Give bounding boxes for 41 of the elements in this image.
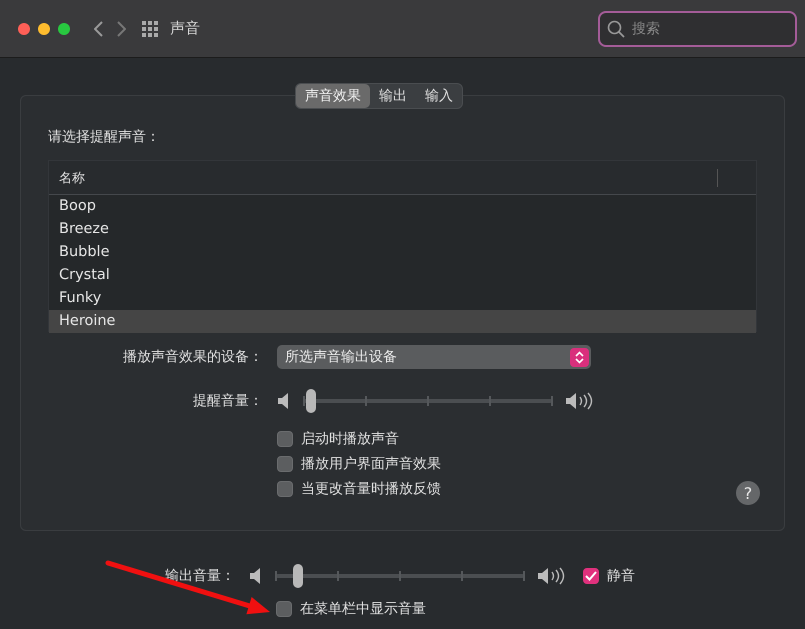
checkbox[interactable] — [277, 431, 293, 447]
slider-thumb[interactable] — [306, 389, 316, 413]
back-icon[interactable] — [94, 20, 103, 36]
checkbox-label: 静音 — [607, 567, 635, 585]
field-label: 提醒音量： — [193, 393, 263, 409]
zoom-button[interactable] — [58, 22, 70, 34]
checkbox[interactable] — [277, 456, 293, 472]
search-field[interactable]: 搜索 — [598, 10, 797, 46]
close-button[interactable] — [18, 22, 30, 34]
list-row[interactable]: Crystal — [49, 264, 756, 287]
checkbox[interactable] — [277, 481, 293, 497]
device-dropdown[interactable]: 所选声音输出设备 — [277, 345, 591, 369]
slider-thumb[interactable] — [293, 564, 304, 588]
tab[interactable]: 输出 — [370, 84, 416, 108]
search-icon — [607, 20, 625, 38]
field-label: 播放声音效果的设备： — [123, 349, 263, 365]
grid-icon[interactable] — [142, 20, 158, 36]
column-header[interactable]: 名称 — [59, 168, 85, 186]
checkbox-label: 启动时播放声音 — [301, 430, 399, 448]
minimize-button[interactable] — [38, 22, 50, 34]
checkbox[interactable] — [276, 601, 292, 617]
list-row[interactable]: Funky — [49, 287, 756, 310]
help-button[interactable]: ? — [736, 481, 760, 505]
list-row[interactable]: Bubble — [49, 241, 756, 264]
forward-icon[interactable] — [117, 20, 126, 36]
loud-speaker-icon — [537, 567, 567, 585]
speaker-icon — [277, 392, 291, 410]
checkbox[interactable] — [583, 568, 599, 584]
loud-speaker-icon — [565, 392, 595, 410]
checkbox-label: 播放用户界面声音效果 — [301, 455, 441, 473]
list-row[interactable]: Heroine — [49, 310, 756, 333]
tab[interactable]: 声音效果 — [296, 84, 370, 108]
speaker-icon — [249, 567, 263, 585]
window-title: 声音 — [170, 19, 200, 38]
updown-icon — [575, 350, 584, 364]
section-label: 请选择提醒声音： — [48, 128, 161, 146]
checkbox-label: 在菜单栏中显示音量 — [300, 600, 426, 618]
tab[interactable]: 输入 — [416, 84, 462, 108]
list-row[interactable]: Breeze — [49, 218, 756, 241]
list-row[interactable]: Boop — [49, 195, 756, 218]
checkbox-label: 当更改音量时播放反馈 — [301, 480, 441, 498]
